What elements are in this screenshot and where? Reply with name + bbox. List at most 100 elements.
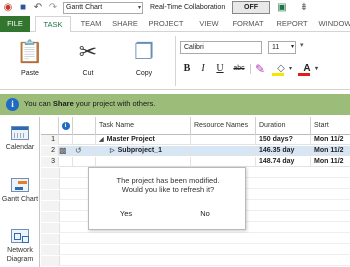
save-icon[interactable]: ■ xyxy=(17,2,29,14)
refresh-dialog: The project has been modified. Would you… xyxy=(88,167,246,230)
empty-row[interactable] xyxy=(41,256,350,266)
row-task-name-text: Subproject_1 xyxy=(117,147,162,154)
header-indicators[interactable]: i xyxy=(59,117,73,135)
font-color-button[interactable]: A ▾ xyxy=(296,62,318,76)
view-bar: Calendar Gantt Chart Network Diagram xyxy=(0,117,40,267)
cut-button[interactable]: ✂ Cut xyxy=(70,38,106,77)
share-text-after: your project with others. xyxy=(73,99,156,108)
format-divider xyxy=(250,64,251,74)
row-task-name-text: Master Project xyxy=(106,136,155,143)
header-start[interactable]: Start xyxy=(311,117,350,135)
font-name-field[interactable]: Calibri xyxy=(180,41,262,54)
app-icon[interactable]: ◉ xyxy=(2,2,14,14)
more-icon[interactable]: ⇟ xyxy=(298,2,310,14)
fill-color-swatch xyxy=(272,73,284,76)
ribbon-tabs: FILE TASK TEAM SHARE PROJECT VIEW FORMAT… xyxy=(0,16,350,33)
calendar-icon xyxy=(11,126,29,140)
row-resource-names[interactable] xyxy=(191,146,256,156)
bold-button[interactable]: B xyxy=(180,62,194,76)
no-button[interactable]: No xyxy=(195,208,215,220)
cut-label: Cut xyxy=(82,70,94,77)
tab-format[interactable]: FORMAT xyxy=(228,16,268,32)
collapse-triangle-icon[interactable]: ◢ xyxy=(99,135,104,145)
header-duration[interactable]: Duration xyxy=(256,117,311,135)
highlight-icon[interactable]: ✎ xyxy=(254,62,266,76)
paste-button[interactable]: 📋 Paste xyxy=(12,38,48,77)
realtime-collaboration-toggle[interactable]: OFF xyxy=(232,1,270,14)
table-row[interactable]: 1 ◢ Master Project 150 days? Mon 11/2 xyxy=(41,135,350,145)
header-id[interactable] xyxy=(41,117,59,135)
row-duration[interactable]: 146.35 day xyxy=(256,146,311,156)
tab-window[interactable]: WINDOW xyxy=(315,16,350,32)
table-row[interactable]: 3 148.74 day Mon 11/2 xyxy=(41,157,350,167)
row-start[interactable]: Mon 11/2 xyxy=(311,157,350,167)
tab-report[interactable]: REPORT xyxy=(272,16,312,32)
share-notification-bar: i You can Share your project with others… xyxy=(0,94,350,115)
dialog-message-line2: Would you like to refresh it? xyxy=(121,185,215,194)
fill-color-button[interactable]: ◇ ▾ xyxy=(270,62,292,76)
row-task-mode xyxy=(73,157,96,167)
network-diagram-icon xyxy=(11,229,29,243)
collaboration-icon[interactable]: ▣ xyxy=(276,2,288,14)
copy-button[interactable]: ❐ Copy xyxy=(126,38,162,77)
empty-row[interactable] xyxy=(41,245,350,255)
row-duration[interactable]: 150 days? xyxy=(256,135,311,145)
view-network-button[interactable]: Network Diagram xyxy=(0,229,40,264)
row-indicator xyxy=(59,157,73,167)
header-resource-names[interactable]: Resource Names xyxy=(191,117,256,135)
view-calendar-button[interactable]: Calendar xyxy=(0,126,40,152)
table-row[interactable]: 2 ▩ ↺ ▷ Subproject_1 146.35 day Mon 11/2 xyxy=(41,146,350,156)
chevron-down-icon[interactable]: ▾ xyxy=(300,41,304,49)
row-resource-names[interactable] xyxy=(191,157,256,167)
view-network-label: Network Diagram xyxy=(6,247,34,263)
tab-task[interactable]: TASK xyxy=(35,16,71,33)
subproject-indicator-icon: ▩ xyxy=(59,146,67,155)
view-selector-dropdown[interactable]: Gantt Chart ▾ xyxy=(63,2,143,14)
header-task-name[interactable]: Task Name xyxy=(96,117,191,135)
expand-triangle-icon[interactable]: ▷ xyxy=(110,146,115,156)
quick-access-toolbar: ◉ ■ ↶ ↷ Gantt Chart ▾ Real-Time Collabor… xyxy=(0,0,350,16)
row-indicator xyxy=(59,135,73,145)
underline-button[interactable]: U xyxy=(213,62,227,76)
redo-icon[interactable]: ↷ xyxy=(47,2,59,14)
header-task-mode[interactable] xyxy=(73,117,96,135)
yes-button[interactable]: Yes xyxy=(113,208,139,220)
row-task-mode xyxy=(73,135,96,145)
ribbon-divider xyxy=(175,36,176,86)
undo-icon[interactable]: ↶ xyxy=(32,2,44,14)
row-task-name[interactable]: ◢ Master Project xyxy=(96,135,191,145)
italic-button[interactable]: I xyxy=(196,62,210,76)
row-task-name[interactable]: ▷ Subproject_1 xyxy=(96,146,191,156)
view-selector-value: Gantt Chart xyxy=(66,4,103,11)
strikethrough-button[interactable]: abc xyxy=(229,62,249,76)
tab-team[interactable]: TEAM xyxy=(76,16,106,32)
chevron-down-icon: ▾ xyxy=(137,5,141,11)
copy-label: Copy xyxy=(135,70,153,77)
row-start[interactable]: Mon 11/2 xyxy=(311,146,350,156)
tab-view[interactable]: VIEW xyxy=(195,16,223,32)
tab-project[interactable]: PROJECT xyxy=(146,16,186,32)
empty-row[interactable] xyxy=(41,234,350,244)
share-message: You can Share your project with others. xyxy=(24,99,155,108)
share-text-before: You can xyxy=(24,99,53,108)
row-indicator: ▩ xyxy=(59,146,73,156)
row-resource-names[interactable] xyxy=(191,135,256,145)
gantt-chart-icon xyxy=(11,178,29,192)
scissors-icon: ✂ xyxy=(78,39,98,64)
view-gantt-button[interactable]: Gantt Chart xyxy=(0,178,40,204)
row-task-name[interactable] xyxy=(96,157,191,167)
realtime-collaboration-label: Real-Time Collaboration xyxy=(150,4,226,11)
tab-file[interactable]: FILE xyxy=(0,16,30,32)
row-id: 2 xyxy=(41,146,59,156)
font-size-value: 11 xyxy=(272,44,280,51)
font-size-field[interactable]: 11 ▾ xyxy=(268,41,296,54)
info-icon: i xyxy=(61,122,70,130)
row-duration[interactable]: 148.74 day xyxy=(256,157,311,167)
tab-share[interactable]: SHARE xyxy=(110,16,140,32)
chevron-down-icon: ▾ xyxy=(288,66,292,72)
grid-header: i Task Name Resource Names Duration Star… xyxy=(41,117,350,135)
share-link[interactable]: Share xyxy=(53,99,74,108)
ribbon-panel: 📋 Paste ✂ Cut ❐ Copy Calibri 11 ▾ ▾ B I … xyxy=(0,32,350,90)
row-start[interactable]: Mon 11/2 xyxy=(311,135,350,145)
clipboard-icon: 📋 xyxy=(16,39,44,64)
